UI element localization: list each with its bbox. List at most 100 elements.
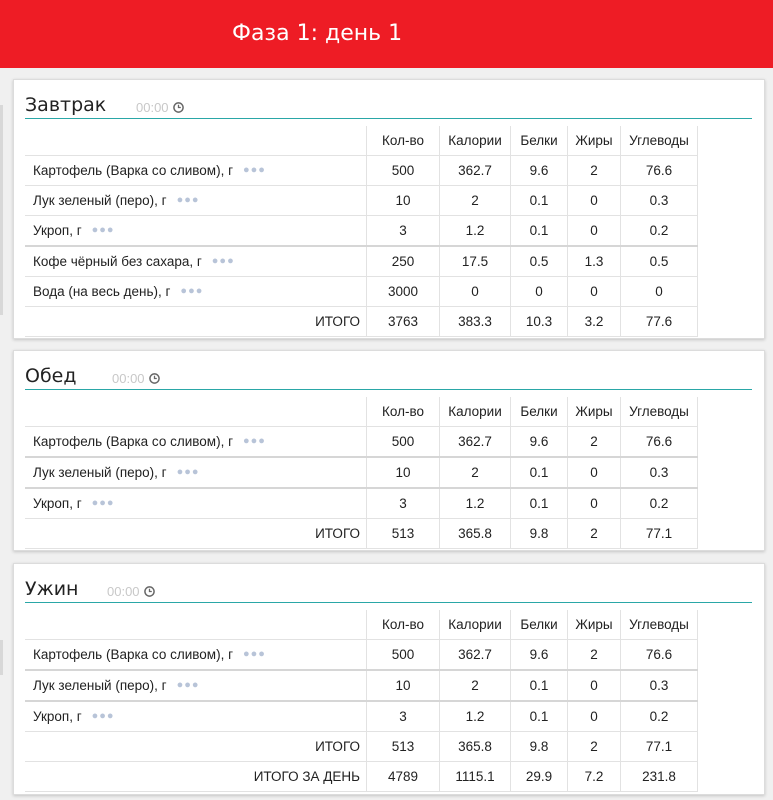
food-fat: 0 [567,276,621,307]
food-name: Лук зеленый (перо), г [33,193,167,208]
food-qty: 500 [366,155,440,186]
food-prot: 0.1 [510,701,568,732]
meal-time[interactable]: 00:00 [136,100,184,115]
food-qty: 3 [366,488,440,519]
food-name: Кофе чёрный без сахара, г [33,254,202,269]
total-row: ИТОГО 3763 383.3 10.3 3.2 77.6 [25,306,698,337]
meal-time[interactable]: 00:00 [112,371,160,386]
food-name: Укроп, г [33,709,82,724]
food-prot: 0.1 [510,215,568,247]
col-carb: Углеводы [620,610,698,640]
food-fat: 1.3 [567,246,621,277]
more-dots-icon[interactable]: ●●● [177,466,200,478]
day-total-fat: 7.2 [567,761,621,792]
food-cal: 2 [439,457,511,489]
food-fat: 2 [567,639,621,671]
table-row: Лук зеленый (перо), г ●●● 10 2 0.1 0 0.3 [25,670,698,702]
more-dots-icon[interactable]: ●●● [92,497,115,509]
food-carb: 76.6 [620,426,698,458]
clock-icon [172,102,184,113]
food-qty: 500 [366,426,440,458]
food-cal: 1.2 [439,488,511,519]
table-row: Картофель (Варка со сливом), г ●●● 500 36… [25,426,698,458]
table-row: Вода (на весь день), г ●●● 3000 0 0 0 0 [25,276,698,307]
day-total-label: ИТОГО ЗА ДЕНЬ [25,761,367,792]
total-fat: 3.2 [567,306,621,337]
total-carb: 77.1 [620,518,698,549]
table-row: Картофель (Варка со сливом), г ●●● 500 36… [25,155,698,186]
food-prot: 9.6 [510,426,568,458]
food-name: Укроп, г [33,496,82,511]
clock-icon [148,373,160,384]
total-carb: 77.6 [620,306,698,337]
page-title: Фаза 1: день 1 [232,21,403,46]
meal-title: Завтрак [25,94,107,116]
total-qty: 513 [366,518,440,549]
table-row: Картофель (Варка со сливом), г ●●● 500 36… [25,639,698,671]
food-name: Вода (на весь день), г [33,284,171,299]
total-fat: 2 [567,518,621,549]
day-total-row: ИТОГО ЗА ДЕНЬ 4789 1115.1 29.9 7.2 231.8 [25,761,698,792]
total-qty: 513 [366,731,440,762]
total-row: ИТОГО 513 365.8 9.8 2 77.1 [25,731,698,762]
app-header: Фаза 1: день 1 [0,0,773,68]
total-prot: 9.8 [510,518,568,549]
col-prot: Белки [510,126,568,156]
col-prot: Белки [510,397,568,427]
total-row: ИТОГО 513 365.8 9.8 2 77.1 [25,518,698,549]
table-row: Лук зеленый (перо), г ●●● 10 2 0.1 0 0.3 [25,185,698,216]
food-name: Укроп, г [33,223,82,238]
food-carb: 76.6 [620,639,698,671]
more-dots-icon[interactable]: ●●● [212,255,235,267]
food-prot: 9.6 [510,155,568,186]
table-header-row: Кол-во Калории Белки Жиры Углеводы [25,126,698,156]
col-fat: Жиры [567,610,621,640]
food-table: Кол-во Калории Белки Жиры Углеводы Карто… [25,397,698,549]
table-row: Укроп, г ●●● 3 1.2 0.1 0 0.2 [25,215,698,247]
day-total-cal: 1115.1 [439,761,511,792]
table-row: Кофе чёрный без сахара, г ●●● 250 17.5 0.… [25,246,698,277]
total-prot: 9.8 [510,731,568,762]
meal-time-value: 00:00 [112,371,145,386]
col-cal: Калории [439,397,511,427]
more-dots-icon[interactable]: ●●● [177,194,200,206]
food-prot: 0.1 [510,488,568,519]
col-fat: Жиры [567,126,621,156]
more-dots-icon[interactable]: ●●● [92,224,115,236]
food-name: Лук зеленый (перо), г [33,465,167,480]
day-total-qty: 4789 [366,761,440,792]
more-dots-icon[interactable]: ●●● [180,285,203,297]
food-name: Картофель (Варка со сливом), г [33,434,233,449]
meal-time[interactable]: 00:00 [107,584,155,599]
food-cal: 17.5 [439,246,511,277]
more-dots-icon[interactable]: ●●● [92,710,115,722]
food-name: Лук зеленый (перо), г [33,678,167,693]
total-fat: 2 [567,731,621,762]
food-cal: 1.2 [439,215,511,247]
more-dots-icon[interactable]: ●●● [177,679,200,691]
food-prot: 0 [510,276,568,307]
total-carb: 77.1 [620,731,698,762]
food-cal: 362.7 [439,426,511,458]
food-qty: 250 [366,246,440,277]
total-cal: 365.8 [439,518,511,549]
meal-header: Обед 00:00 [25,361,752,390]
food-fat: 0 [567,215,621,247]
total-prot: 10.3 [510,306,568,337]
food-carb: 0.3 [620,185,698,216]
total-label: ИТОГО [25,731,367,762]
more-dots-icon[interactable]: ●●● [243,648,266,660]
meal-title: Обед [25,365,77,387]
food-prot: 0.1 [510,457,568,489]
meal-time-value: 00:00 [107,584,140,599]
more-dots-icon[interactable]: ●●● [243,164,266,176]
total-cal: 383.3 [439,306,511,337]
food-qty: 10 [366,457,440,489]
food-table: Кол-во Калории Белки Жиры Углеводы Карто… [25,610,698,792]
meal-title: Ужин [25,578,79,600]
more-dots-icon[interactable]: ●●● [243,435,266,447]
food-prot: 0.1 [510,670,568,702]
meal-time-value: 00:00 [136,100,169,115]
food-fat: 0 [567,488,621,519]
food-cal: 0 [439,276,511,307]
